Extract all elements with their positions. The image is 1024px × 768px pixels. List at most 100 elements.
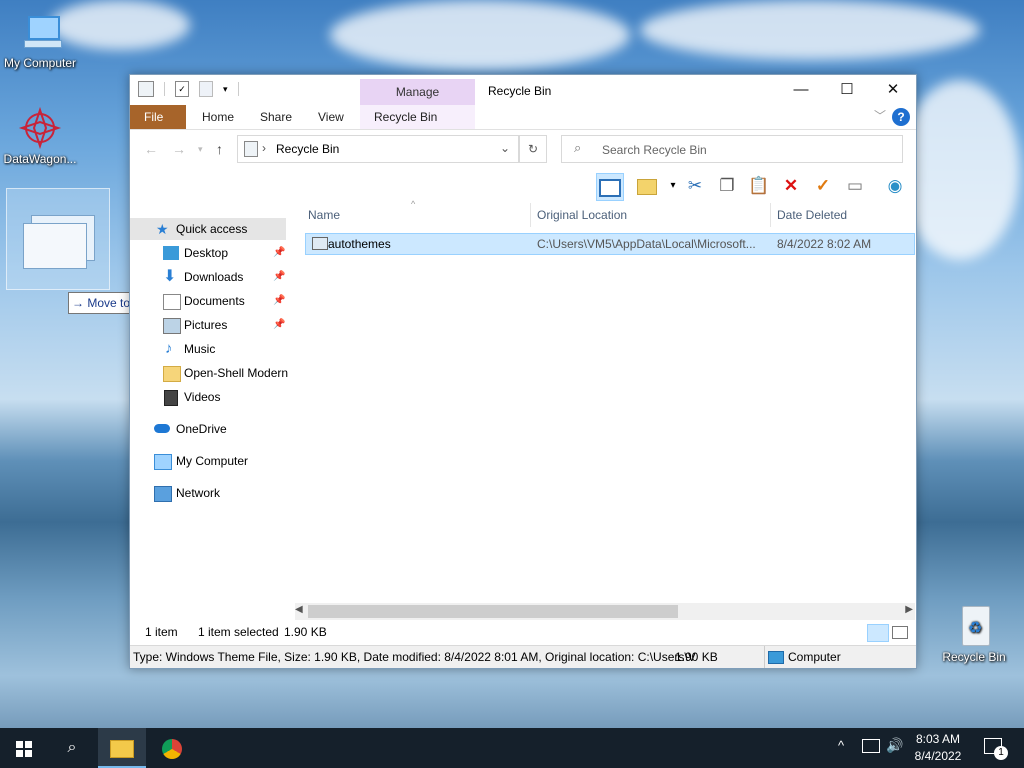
start-button[interactable] bbox=[0, 728, 48, 768]
status-bar: 1 item 1 item selected 1.90 KB bbox=[130, 620, 916, 644]
cloud-icon bbox=[154, 424, 170, 433]
address-bar[interactable]: › Recycle Bin ⌄ bbox=[237, 135, 519, 163]
notification-badge: 1 bbox=[994, 746, 1008, 760]
desktop-icon-datawagon[interactable]: DataWagon... bbox=[0, 106, 80, 166]
chrome-taskbar-button[interactable] bbox=[148, 728, 196, 768]
recent-locations-button[interactable]: ▾ bbox=[198, 144, 203, 155]
delete-icon[interactable]: ✕ bbox=[778, 173, 804, 199]
sort-ascending-icon: ^ bbox=[411, 199, 416, 209]
nav-item-videos[interactable]: Videos bbox=[130, 386, 286, 408]
pin-icon[interactable]: 📌 bbox=[273, 266, 285, 288]
nav-item-my-computer[interactable]: My Computer bbox=[130, 450, 286, 472]
tab-recycle-bin-tools[interactable]: Recycle Bin Tools bbox=[360, 105, 475, 148]
recycle-bin-small-icon bbox=[244, 141, 258, 157]
pin-icon[interactable]: 📌 bbox=[273, 314, 285, 336]
maximize-button[interactable]: ☐ bbox=[824, 75, 870, 105]
explorer-window: ✓ ▾ Manage Recycle Bin — ☐ ✕ File Home S… bbox=[129, 74, 917, 669]
theme-file-icon bbox=[312, 237, 328, 250]
pin-icon[interactable]: 📌 bbox=[273, 242, 285, 264]
nav-item-quick-access[interactable]: ★ Quick access bbox=[130, 218, 286, 240]
download-icon: ⬇ bbox=[163, 268, 177, 285]
forward-button[interactable]: → bbox=[172, 141, 186, 157]
back-button[interactable]: ← bbox=[144, 141, 158, 157]
nav-item-open-shell[interactable]: Open-Shell Modern bbox=[130, 362, 288, 384]
chevron-right-icon: › bbox=[262, 141, 266, 155]
column-header-original-location[interactable]: Original Location bbox=[537, 203, 627, 227]
row-location: C:\Users\VM5\AppData\Local\Microsoft... bbox=[537, 237, 756, 251]
clock[interactable]: 8:03 AM 8/4/2022 bbox=[910, 731, 966, 765]
properties-icon[interactable]: ✓ bbox=[175, 81, 189, 97]
quick-access-toolbar: ✓ ▾ bbox=[138, 81, 239, 97]
address-row: ← → ▾ ↑ › Recycle Bin ⌄ ↻ ⌕ Search Recyc… bbox=[130, 129, 916, 169]
nav-item-label: Documents bbox=[184, 294, 245, 308]
nav-item-pictures[interactable]: Pictures 📌 bbox=[130, 314, 286, 336]
volume-icon[interactable]: 🔊 bbox=[886, 737, 903, 754]
folder-icon bbox=[163, 366, 181, 382]
chrome-icon bbox=[162, 738, 182, 759]
command-toolbar: ▾ ✂ ❐ 📋 ✕ ✓ ▭ ◉ bbox=[130, 169, 916, 203]
chevron-down-icon[interactable]: ⌄ bbox=[500, 141, 510, 155]
up-button[interactable]: ↑ bbox=[216, 141, 223, 157]
copy-icon[interactable]: ❐ bbox=[714, 173, 740, 199]
star-icon: ★ bbox=[156, 221, 169, 237]
network-status-icon[interactable] bbox=[862, 739, 880, 753]
nav-item-label: My Computer bbox=[176, 454, 249, 468]
tab-share[interactable]: Share bbox=[246, 105, 306, 129]
status-item-count: 1 item bbox=[145, 625, 178, 639]
search-button[interactable]: ⌕ bbox=[48, 728, 96, 768]
scroll-left-icon[interactable]: ◀ bbox=[295, 604, 303, 615]
chevron-down-icon[interactable]: ﹀ bbox=[874, 107, 886, 124]
nav-item-documents[interactable]: Documents 📌 bbox=[130, 290, 286, 312]
nav-item-music[interactable]: ♪ Music bbox=[130, 338, 286, 360]
network-icon bbox=[154, 486, 172, 502]
tab-file[interactable]: File bbox=[130, 105, 186, 129]
nav-item-label: Quick access bbox=[176, 222, 248, 236]
title-bar: ✓ ▾ Manage Recycle Bin — ☐ ✕ bbox=[130, 75, 916, 105]
close-button[interactable]: ✕ bbox=[870, 75, 916, 105]
horizontal-scrollbar[interactable]: ◀ ▶ bbox=[295, 603, 915, 620]
datawagon-logo-icon bbox=[16, 106, 64, 150]
properties-card-icon[interactable]: ▭ bbox=[842, 173, 868, 199]
nav-item-desktop[interactable]: Desktop 📌 bbox=[130, 242, 286, 264]
new-folder-icon[interactable] bbox=[199, 81, 213, 97]
desktop-icon-label: My Computer bbox=[3, 56, 77, 70]
nav-item-downloads[interactable]: ⬇ Downloads 📌 bbox=[130, 266, 286, 288]
details-bar: Type: Windows Theme File, Size: 1.90 KB,… bbox=[130, 645, 916, 668]
nav-item-network[interactable]: Network bbox=[130, 482, 286, 504]
chevron-up-icon[interactable]: ^ bbox=[838, 738, 844, 753]
pin-icon[interactable]: 📌 bbox=[273, 290, 285, 312]
search-placeholder: Search Recycle Bin bbox=[602, 143, 707, 157]
table-row[interactable]: autothemes C:\Users\VM5\AppData\Local\Mi… bbox=[305, 233, 915, 255]
cut-icon[interactable]: ✂ bbox=[682, 173, 708, 199]
scroll-right-icon[interactable]: ▶ bbox=[905, 604, 913, 615]
column-header-name[interactable]: Name bbox=[308, 203, 340, 227]
tab-view[interactable]: View bbox=[304, 105, 358, 129]
scroll-thumb[interactable] bbox=[308, 605, 678, 618]
file-explorer-taskbar-button[interactable] bbox=[98, 728, 146, 768]
details-view-icon[interactable] bbox=[867, 624, 889, 642]
picture-icon bbox=[163, 318, 181, 334]
help-icon[interactable]: ? bbox=[892, 108, 910, 126]
nav-item-label: Desktop bbox=[184, 246, 229, 260]
minimize-button[interactable]: — bbox=[778, 75, 824, 105]
refresh-button[interactable]: ↻ bbox=[519, 135, 547, 163]
status-selected: 1 item selected bbox=[198, 625, 279, 639]
computer-icon bbox=[154, 454, 172, 470]
preview-pane-icon[interactable] bbox=[596, 173, 624, 201]
large-icons-view-icon[interactable] bbox=[892, 626, 908, 639]
desktop-icon-recycle-bin[interactable]: ♻ Recycle Bin bbox=[934, 604, 1014, 664]
search-box[interactable]: ⌕ Search Recycle Bin bbox=[561, 135, 903, 163]
customize-qat-icon[interactable]: ▾ bbox=[223, 84, 228, 95]
folder-options-icon[interactable] bbox=[634, 173, 660, 199]
desktop-icon-label: Recycle Bin bbox=[942, 650, 1006, 664]
column-header-date-deleted[interactable]: Date Deleted bbox=[777, 203, 847, 227]
restore-icon[interactable]: ✓ bbox=[810, 173, 836, 199]
paste-icon[interactable]: 📋 bbox=[746, 173, 772, 199]
clock-time: 8:03 AM bbox=[915, 732, 961, 746]
file-list: ^ Name Original Location Date Deleted au… bbox=[303, 199, 915, 603]
globe-icon[interactable]: ◉ bbox=[882, 173, 908, 199]
tab-home[interactable]: Home bbox=[188, 105, 248, 129]
desktop-icon-my-computer[interactable]: My Computer bbox=[0, 10, 80, 70]
music-icon: ♪ bbox=[165, 340, 173, 357]
nav-item-onedrive[interactable]: OneDrive bbox=[130, 418, 286, 440]
